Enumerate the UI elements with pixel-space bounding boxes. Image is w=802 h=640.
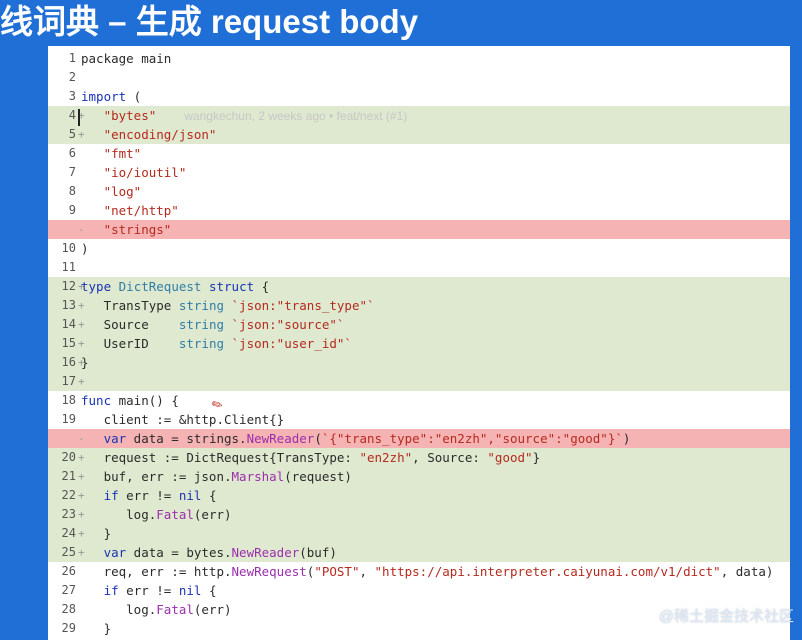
code-text: Source string `json:"source"` — [81, 317, 345, 332]
code-line[interactable]: - var data = strings.NewReader(`{"trans_… — [48, 429, 790, 448]
code-line[interactable]: 4 + "bytes" wangkechun, 2 weeks ago • feat… — [48, 106, 790, 125]
code-line[interactable]: 15 + UserID string `json:"user_id"` — [48, 334, 790, 353]
code-text: type DictRequest struct { — [81, 279, 270, 294]
line-number: 6 — [68, 146, 76, 160]
code-line[interactable]: 16 +} — [48, 353, 790, 372]
code-text: } — [81, 355, 89, 370]
text-cursor — [78, 109, 80, 126]
slide-title: 线词典 – 生成 request body — [0, 3, 419, 40]
line-number: 22 — [61, 488, 76, 502]
code-text: client := &http.Client{} — [81, 412, 285, 427]
code-line[interactable]: 10) — [48, 239, 790, 258]
line-number: 5 — [68, 127, 76, 141]
code-line[interactable]: 9 "net/http" — [48, 201, 790, 220]
code-text: "encoding/json" — [103, 127, 217, 142]
code-line[interactable]: 22 + if err != nil { — [48, 486, 790, 505]
code-line[interactable]: 23 + log.Fatal(err) — [48, 505, 790, 524]
code-text: if err != nil { — [103, 583, 217, 598]
line-number: 19 — [61, 412, 76, 426]
code-text: package main — [81, 51, 172, 66]
code-line[interactable]: 6 "fmt" — [48, 144, 790, 163]
code-line[interactable]: 17 + — [48, 372, 790, 391]
diff-marker: + — [78, 375, 85, 388]
line-number: 15 — [61, 336, 76, 350]
code-text: "log" — [103, 184, 142, 199]
code-text: req, err := http.NewRequest("POST", "htt… — [81, 564, 774, 579]
line-number: 27 — [61, 583, 76, 597]
code-line[interactable]: 8 "log" — [48, 182, 790, 201]
code-line[interactable]: 7 "io/ioutil" — [48, 163, 790, 182]
code-editor[interactable]: 1 package main 2 3 import (4 + "bytes" wangkec… — [48, 46, 790, 640]
code-line[interactable]: 13 + TransType string `json:"trans_type"` — [48, 296, 790, 315]
code-text: var data = bytes.NewReader(buf) — [103, 545, 337, 560]
line-number: 2 — [68, 70, 76, 84]
line-number: 25 — [61, 545, 76, 559]
code-text: } — [81, 526, 112, 541]
code-line[interactable]: 2 — [48, 68, 790, 87]
line-number: 14 — [61, 317, 76, 331]
code-text: if err != nil { — [103, 488, 217, 503]
code-line[interactable]: 21 + buf, err := json.Marshal(request) — [48, 467, 790, 486]
code-text: var data = strings.NewReader(`{"trans_ty… — [103, 431, 631, 446]
line-number: 4 — [68, 108, 76, 122]
code-line[interactable]: 1 package main — [48, 49, 790, 68]
code-line[interactable]: 5 + "encoding/json" — [48, 125, 790, 144]
line-number: 20 — [61, 450, 76, 464]
line-number: 10 — [61, 241, 76, 255]
line-number: 8 — [68, 184, 76, 198]
code-text: "strings" — [103, 222, 172, 237]
line-number: 24 — [61, 526, 76, 540]
code-text: "fmt" — [103, 146, 142, 161]
code-text: request := DictRequest{TransType: "en2zh… — [81, 450, 541, 465]
code-text: "bytes" wangkechun, 2 weeks ago • feat/ne… — [103, 108, 408, 123]
code-line[interactable]: 18 func main() { — [48, 391, 790, 410]
line-number: 16 — [61, 355, 76, 369]
code-text: UserID string `json:"user_id"` — [81, 336, 352, 351]
code-line[interactable]: 11 — [48, 258, 790, 277]
code-text: } — [81, 621, 112, 636]
code-line[interactable]: 19 client := &http.Client{} — [48, 410, 790, 429]
git-blame-annotation: wangkechun, 2 weeks ago • feat/next (#1) — [184, 109, 408, 123]
line-number: 23 — [61, 507, 76, 521]
line-number: 1 — [68, 51, 76, 65]
code-line[interactable]: 26 req, err := http.NewRequest("POST", "… — [48, 562, 790, 581]
code-text: buf, err := json.Marshal(request) — [81, 469, 352, 484]
line-number — [48, 220, 76, 239]
line-number: 12 — [61, 279, 76, 293]
line-number: 11 — [61, 260, 76, 274]
code-text: "io/ioutil" — [103, 165, 187, 180]
line-number: 17 — [61, 374, 76, 388]
code-line[interactable]: 12 + type DictRequest struct { — [48, 277, 790, 296]
code-line[interactable]: 24 + } — [48, 524, 790, 543]
line-number — [48, 429, 76, 448]
code-text: ) — [81, 241, 89, 256]
code-text: func main() { — [81, 393, 179, 408]
code-text: log.Fatal(err) — [81, 507, 232, 522]
code-line[interactable]: 27 if err != nil { — [48, 581, 790, 600]
line-number: 21 — [61, 469, 76, 483]
watermark: @稀土掘金技术社区 — [658, 608, 794, 625]
code-line[interactable]: 14 + Source string `json:"source"` — [48, 315, 790, 334]
line-number: 29 — [61, 621, 76, 635]
code-line[interactable]: 20 + request := DictRequest{TransType: "e… — [48, 448, 790, 467]
line-number: 26 — [61, 564, 76, 578]
code-line[interactable]: - "strings" — [48, 220, 790, 239]
line-number: 13 — [61, 298, 76, 312]
code-line[interactable]: 25 + var data = bytes.NewReader(buf) — [48, 543, 790, 562]
line-number: 3 — [68, 89, 76, 103]
line-number: 18 — [61, 393, 76, 407]
line-number: 7 — [68, 165, 76, 179]
code-text: "net/http" — [103, 203, 179, 218]
line-number: 9 — [68, 203, 76, 217]
code-text: TransType string `json:"trans_type"` — [81, 298, 375, 313]
line-number: 28 — [61, 602, 76, 616]
code-text: log.Fatal(err) — [81, 602, 232, 617]
code-text: import ( — [81, 89, 142, 104]
code-line[interactable]: 3 import ( — [48, 87, 790, 106]
